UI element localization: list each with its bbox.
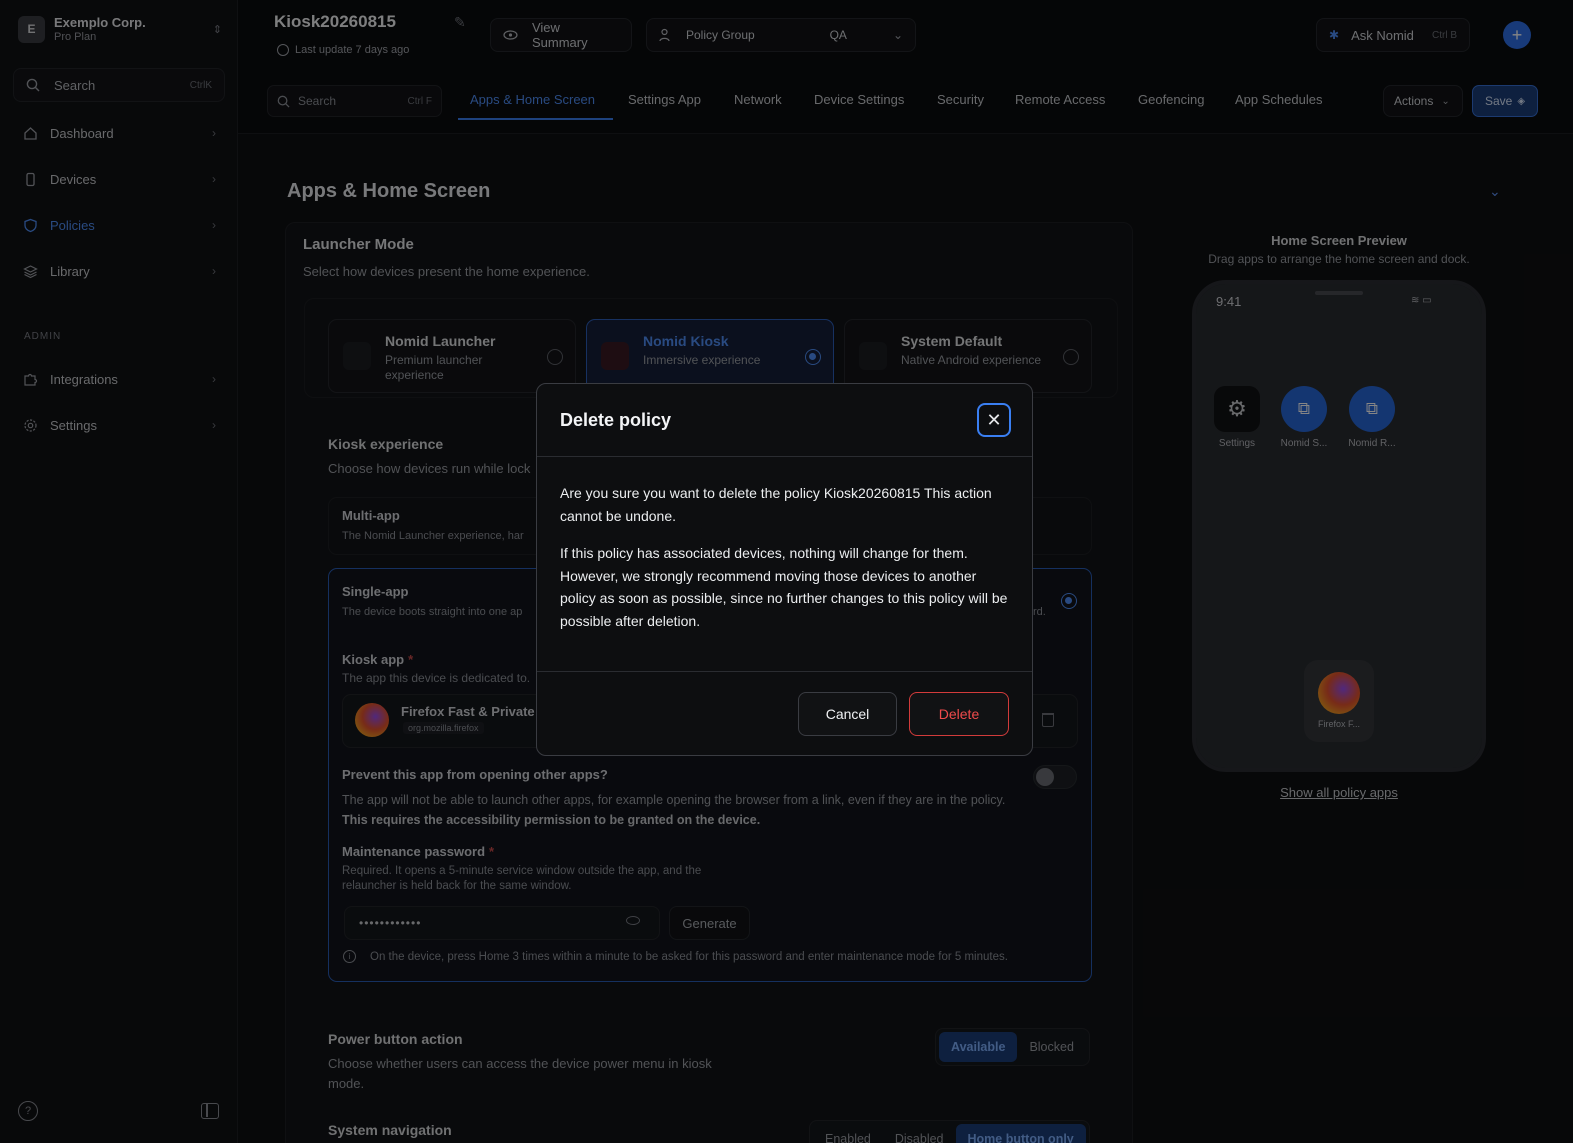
- dialog-title: Delete policy: [560, 410, 672, 430]
- dialog-divider: [537, 456, 1032, 457]
- dialog-warning: If this policy has associated devices, n…: [560, 545, 1008, 629]
- dialog-message: Are you sure you want to delete the poli…: [560, 485, 992, 524]
- cancel-button[interactable]: Cancel: [798, 692, 897, 736]
- close-icon: ✕: [986, 409, 1002, 430]
- delete-button[interactable]: Delete: [909, 692, 1009, 736]
- close-button[interactable]: ✕: [977, 403, 1011, 437]
- dialog-divider: [537, 671, 1032, 672]
- delete-policy-dialog: Delete policy ✕ Are you sure you want to…: [536, 383, 1033, 756]
